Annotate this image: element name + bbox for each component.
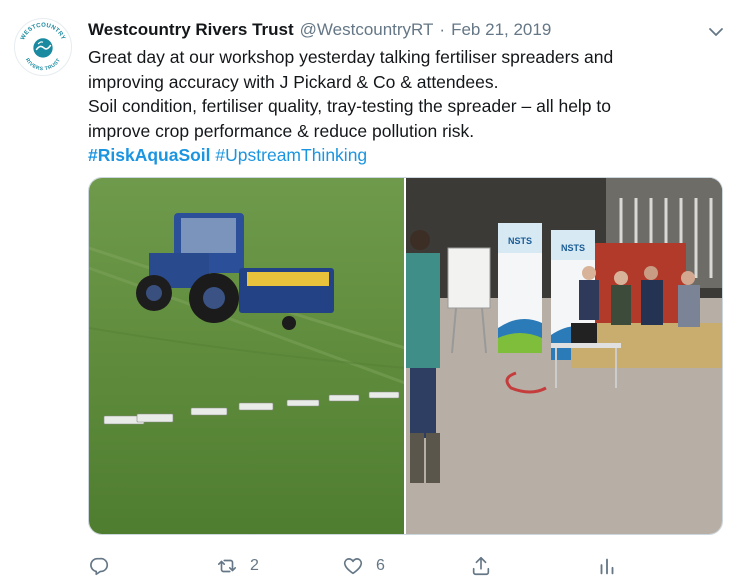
author-name[interactable]: Westcountry Rivers Trust [88,20,294,40]
tweet-text-line: Soil condition, fertiliser quality, tray… [88,96,612,116]
analytics-bar-chart-icon [600,558,614,575]
author-avatar[interactable]: WESTCOUNTRY RIVERS TRUST [14,18,72,76]
like-button[interactable]: 6 [342,552,385,580]
retweet-icon [217,559,237,573]
tweet-date[interactable]: Feb 21, 2019 [451,20,551,40]
hashtag-line: #RiskAquaSoil #UpstreamThinking [88,143,728,168]
avatar-text-bottom: RIVERS TRUST [24,57,62,72]
tweet-text-line: Great day at our workshop yesterday talk… [88,47,614,67]
chevron-down-icon[interactable] [706,22,726,42]
tweet-card[interactable]: WESTCOUNTRY RIVERS TRUST Westcountry Riv… [0,0,744,586]
presenter-graphic [406,230,440,483]
photo-tractor-field[interactable] [89,178,404,534]
reply-button[interactable] [88,552,122,580]
share-icon [472,556,490,576]
reply-icon [90,557,109,576]
tweet-media[interactable]: NSTS NSTS [88,177,723,535]
westcountry-logo-icon: WESTCOUNTRY RIVERS TRUST [20,23,65,73]
banner-logo-nsts-2: NSTS [561,243,585,253]
retweet-button[interactable]: 2 [216,552,259,580]
heart-icon [343,558,363,575]
author-handle[interactable]: @WestcountryRT [300,20,434,40]
analytics-button[interactable] [596,552,618,580]
tweet-text-line: improving accuracy with J Pickard & Co &… [88,71,499,92]
photo-barn-workshop[interactable]: NSTS NSTS [406,178,722,534]
tweet-header: Westcountry Rivers Trust @WestcountryRT … [88,20,724,44]
banner-logo-nsts-1: NSTS [508,236,532,246]
share-button[interactable] [470,552,492,580]
retweet-count: 2 [250,557,259,574]
separator-dot: · [439,20,446,39]
like-count: 6 [376,557,385,574]
hashtag-riskaquasoil[interactable]: #RiskAquaSoil [88,145,211,165]
tweet-text-line: improve crop performance & reduce pollut… [88,120,475,141]
tweet-actions: 2 6 [88,552,728,580]
tweet-text: Great day at our workshop yesterday talk… [88,45,728,168]
svg-text:RIVERS TRUST: RIVERS TRUST [24,57,62,72]
hashtag-upstreamthinking[interactable]: #UpstreamThinking [215,145,367,165]
